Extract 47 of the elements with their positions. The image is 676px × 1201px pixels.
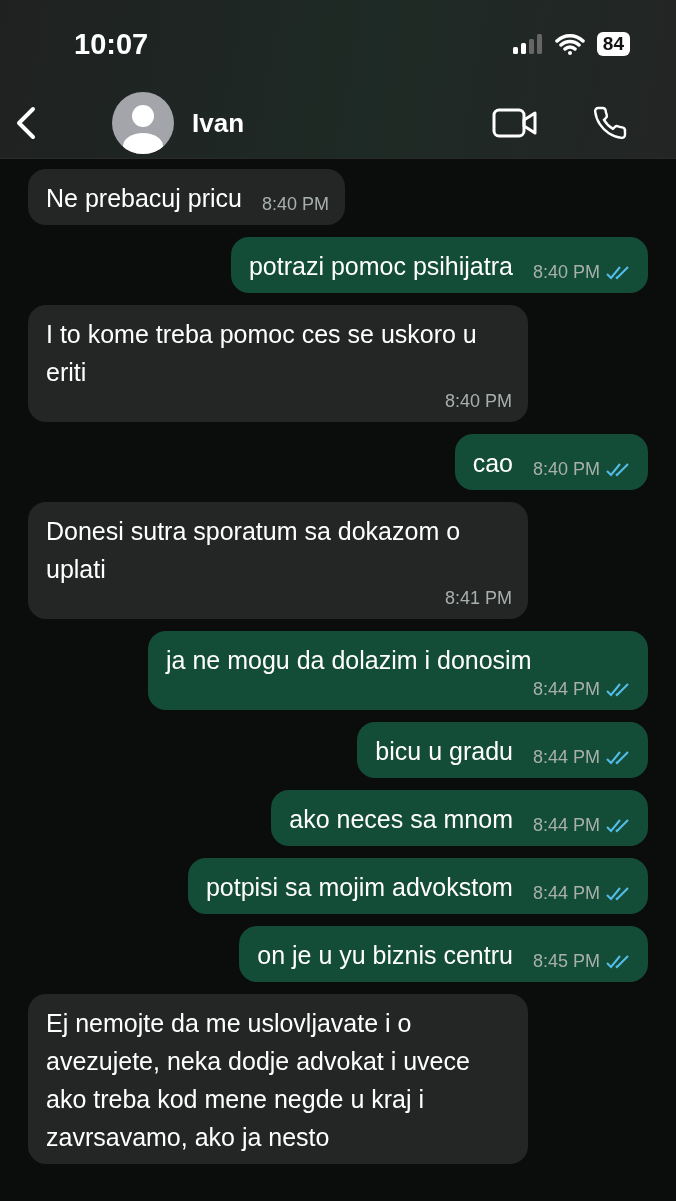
double-check-icon: [606, 264, 632, 281]
message-time: 8:44 PM: [532, 747, 600, 768]
received-message[interactable]: Donesi sutra sporatum sa dokazom o uplati 8:41 PM: [28, 502, 528, 619]
sent-message[interactable]: potrazi pomoc psihijatra 8:40 PM: [230, 237, 648, 293]
contact-name[interactable]: Ivan: [192, 107, 478, 139]
signal-icon: [512, 34, 543, 54]
message-text: potrazi pomoc psihijatra: [248, 251, 513, 282]
message-text: I to kome treba pomoc ces se uskoro u eriti: [46, 319, 478, 388]
double-check-icon: [606, 461, 632, 478]
back-icon[interactable]: [14, 106, 38, 140]
message-text: bicu u gradu: [375, 736, 513, 767]
wifi-icon: [554, 33, 585, 55]
message-time: 8:40 PM: [261, 194, 329, 215]
message-text: Ej nemojte da me uslovljavate i o avezujete, neka dodje advokat i uvece ako treba kod mene negde u kraj i zavrsavamo, ako ja nesto: [46, 1008, 471, 1153]
sent-message[interactable]: ja ne mogu da dolazim i donosim 8:44 PM: [148, 631, 648, 710]
sent-message[interactable]: bicu u gradu 8:44 PM: [357, 722, 648, 778]
message-time: 8:40 PM: [444, 391, 512, 412]
message-text: on je u yu biznis centru: [257, 940, 513, 971]
sent-message[interactable]: cao 8:40 PM: [454, 434, 648, 490]
double-check-icon: [606, 817, 632, 834]
double-check-icon: [606, 953, 632, 970]
sent-message[interactable]: on je u yu biznis centru 8:45 PM: [239, 926, 648, 982]
message-time: 8:44 PM: [532, 883, 600, 904]
received-message[interactable]: I to kome treba pomoc ces se uskoro u eriti 8:40 PM: [28, 305, 528, 422]
message-text: Ne prebacuj pricu: [46, 183, 242, 214]
double-check-icon: [606, 681, 632, 698]
message-text: cao: [472, 448, 513, 479]
status-time: 10:07: [74, 27, 149, 61]
video-call-icon[interactable]: [492, 108, 538, 138]
message-time: 8:41 PM: [444, 588, 512, 609]
battery-level: 84: [596, 32, 630, 56]
message-text: ako neces sa mnom: [289, 804, 513, 835]
double-check-icon: [606, 885, 632, 902]
message-text: ja ne mogu da dolazim i donosim: [166, 645, 532, 676]
message-time: 8:44 PM: [532, 815, 600, 836]
message-time: 8:40 PM: [532, 459, 600, 480]
message-text: potpisi sa mojim advokstom: [205, 872, 513, 903]
received-message[interactable]: Ej nemojte da me uslovljavate i o avezujete, neka dodje advokat i uvece ako treba kod mene negde u kraj i zavrsavamo, ako ja nesto: [28, 994, 528, 1164]
received-message[interactable]: Ne prebacuj pricu 8:40 PM: [28, 169, 345, 225]
message-time: 8:44 PM: [532, 679, 600, 700]
message-text: Donesi sutra sporatum sa dokazom o uplati: [46, 516, 462, 585]
message-time: 8:45 PM: [532, 951, 600, 972]
sent-message[interactable]: potpisi sa mojim advokstom 8:44 PM: [187, 858, 648, 914]
message-time: 8:40 PM: [532, 262, 600, 283]
sent-message[interactable]: ako neces sa mnom 8:44 PM: [271, 790, 648, 846]
double-check-icon: [606, 749, 632, 766]
phone-icon[interactable]: [592, 105, 628, 141]
